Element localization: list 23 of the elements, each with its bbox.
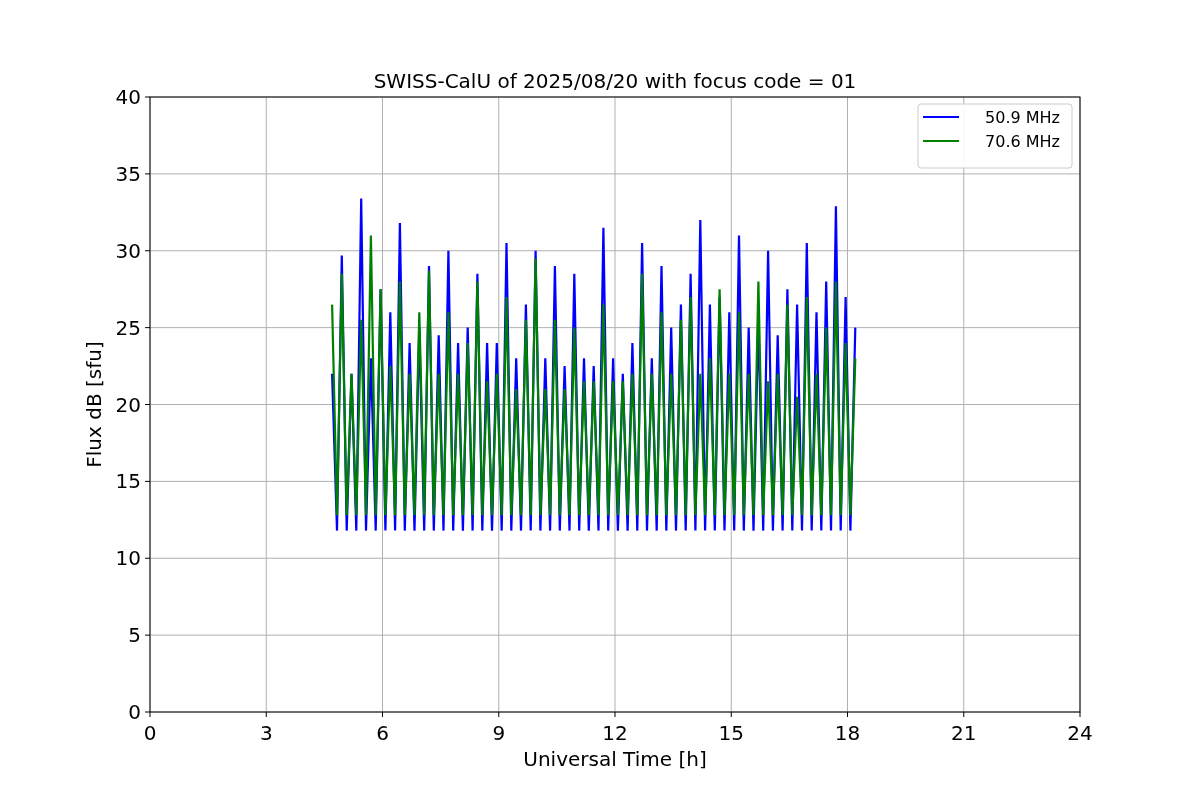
y-tick-label: 40 bbox=[115, 85, 141, 109]
y-tick-label: 0 bbox=[128, 700, 141, 724]
x-tick-label: 3 bbox=[259, 721, 273, 745]
y-tick-label: 35 bbox=[115, 161, 141, 186]
y-tick-label: 5 bbox=[128, 623, 141, 648]
legend-label: 50.9 MHz bbox=[985, 108, 1060, 127]
x-tick-label: 9 bbox=[492, 721, 506, 745]
y-tick-label: 15 bbox=[115, 469, 141, 494]
x-tick-label: 12 bbox=[602, 721, 628, 745]
x-tick-label: 24 bbox=[1067, 721, 1093, 745]
x-tick-label: 15 bbox=[718, 721, 744, 745]
legend-label: 70.6 MHz bbox=[985, 132, 1060, 151]
chart-title: SWISS-CalU of 2025/08/20 with focus code = 01 bbox=[373, 69, 857, 93]
y-tick-label: 30 bbox=[115, 238, 141, 263]
x-tick-label: 21 bbox=[951, 721, 977, 745]
y-axis-label: Flux dB [sfu] bbox=[82, 341, 106, 468]
x-tick-label: 6 bbox=[376, 721, 389, 745]
x-tick-label: 0 bbox=[143, 721, 157, 745]
y-tick-label: 10 bbox=[115, 546, 141, 571]
y-tick-label: 25 bbox=[115, 315, 141, 340]
y-tick-label: 20 bbox=[115, 392, 141, 417]
x-tick-label: 18 bbox=[834, 721, 861, 745]
x-axis-label: Universal Time [h] bbox=[523, 747, 707, 771]
